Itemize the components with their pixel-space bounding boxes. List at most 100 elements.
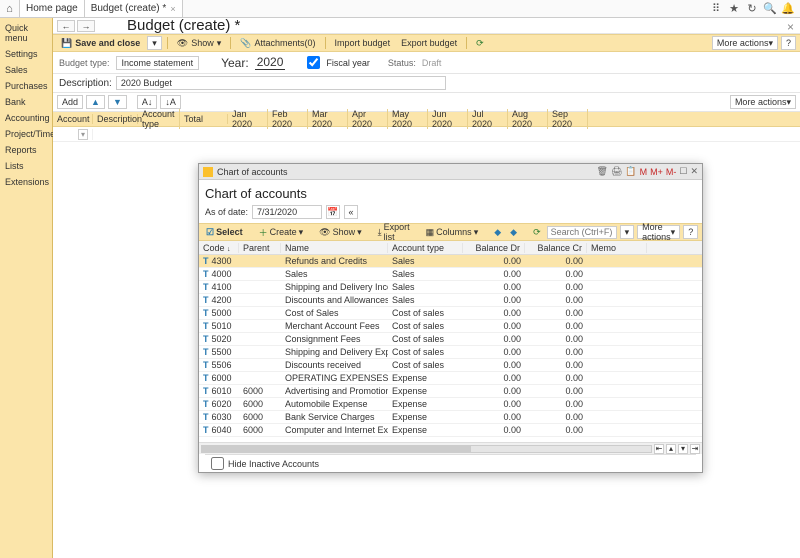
budget-type-value[interactable]: Income statement: [116, 56, 200, 70]
sidebar-item-quickmenu[interactable]: Quick menu: [0, 20, 52, 46]
sidebar-item-reports[interactable]: Reports: [0, 142, 52, 158]
col-jul[interactable]: Jul 2020: [468, 109, 508, 129]
account-row[interactable]: T5000Cost of SalesCost of sales0.000.00: [199, 307, 702, 320]
col-description[interactable]: Description: [93, 114, 138, 124]
save-and-close-button[interactable]: 💾Save and close: [57, 37, 144, 50]
col-jan[interactable]: Jan 2020: [228, 109, 268, 129]
sidebar-item-extensions[interactable]: Extensions: [0, 174, 52, 190]
hide-inactive-checkbox[interactable]: [211, 457, 224, 470]
scroll-first-icon[interactable]: ⇤: [654, 444, 664, 454]
sidebar-item-sales[interactable]: Sales: [0, 62, 52, 78]
account-row[interactable]: T60406000Computer and Internet ExpensesE…: [199, 424, 702, 437]
account-row[interactable]: T5020Consignment FeesCost of sales0.000.…: [199, 333, 702, 346]
account-row[interactable]: T60306000Bank Service ChargesExpense0.00…: [199, 411, 702, 424]
col-feb[interactable]: Feb 2020: [268, 109, 308, 129]
apps-icon[interactable]: ⠿: [710, 3, 722, 15]
import-budget-button[interactable]: Import budget: [331, 37, 395, 49]
hcol-atype[interactable]: Account type: [388, 243, 463, 253]
dialog-hscrollbar[interactable]: ⇤ ▴ ▾ ⇥: [199, 442, 702, 454]
move-down-icon[interactable]: ▼: [108, 95, 127, 109]
nav-first-icon[interactable]: ◆: [491, 226, 504, 239]
col-total[interactable]: Total: [180, 114, 228, 124]
year-value[interactable]: 2020: [255, 55, 286, 70]
export-list-button[interactable]: ⤓Export list: [375, 221, 413, 243]
more-actions-2-button[interactable]: More actions ▾: [730, 95, 796, 109]
sort-asc-icon[interactable]: A↓: [137, 95, 158, 109]
account-row[interactable]: T4000SalesSales0.000.00: [199, 268, 702, 281]
account-row[interactable]: T6000OPERATING EXPENSESExpense0.000.00: [199, 372, 702, 385]
hcol-name[interactable]: Name: [281, 243, 388, 253]
search-dropdown[interactable]: ▾: [620, 225, 635, 239]
dialog-titlebar[interactable]: Chart of accounts 🗑 🖨 📋 M M+ M- ☐ ✕: [199, 164, 702, 180]
account-dropdown-icon[interactable]: ▾: [78, 129, 88, 140]
grid-row-empty[interactable]: ▾: [53, 127, 800, 142]
mem-clear-icon[interactable]: 🗑: [597, 166, 608, 177]
calendar-icon[interactable]: 📅: [326, 205, 340, 219]
columns-button[interactable]: ▦Columns▾: [423, 226, 482, 239]
show-button[interactable]: 👁Show▾: [173, 37, 225, 50]
sidebar-item-projecttime[interactable]: Project/Time: [0, 126, 52, 142]
sidebar-item-purchases[interactable]: Purchases: [0, 78, 52, 94]
date-prev-icon[interactable]: «: [344, 205, 358, 219]
search-icon[interactable]: 🔍: [764, 3, 776, 15]
move-up-icon[interactable]: ▲: [86, 95, 105, 109]
dialog-show-button[interactable]: 👁Show▾: [316, 226, 364, 239]
refresh-icon[interactable]: ⟳: [472, 37, 488, 50]
col-may[interactable]: May 2020: [388, 109, 428, 129]
home-icon[interactable]: ⌂: [0, 0, 20, 17]
sort-desc-icon[interactable]: ↓A: [160, 95, 181, 109]
dialog-more-actions-button[interactable]: More actions ▾: [637, 225, 680, 239]
create-button[interactable]: ＋Create▾: [256, 225, 307, 240]
sidebar-item-accounting[interactable]: Accounting: [0, 110, 52, 126]
dialog-help-button[interactable]: ?: [683, 225, 698, 239]
col-apr[interactable]: Apr 2020: [348, 109, 388, 129]
mem-print-icon[interactable]: 🖨: [611, 166, 622, 177]
window-close-icon[interactable]: ✕: [690, 166, 698, 177]
account-row[interactable]: T4200Discounts and AllowancesSales0.000.…: [199, 294, 702, 307]
col-aug[interactable]: Aug 2020: [508, 109, 548, 129]
sidebar-item-bank[interactable]: Bank: [0, 94, 52, 110]
dialog-refresh-icon[interactable]: ⟳: [530, 226, 544, 239]
back-button[interactable]: ←: [57, 20, 75, 32]
col-mar[interactable]: Mar 2020: [308, 109, 348, 129]
col-jun[interactable]: Jun 2020: [428, 109, 468, 129]
dialog-search-input[interactable]: [547, 226, 617, 239]
sidebar-item-settings[interactable]: Settings: [0, 46, 52, 62]
more-actions-button[interactable]: More actions ▾: [712, 36, 778, 50]
mem-m[interactable]: M: [640, 167, 648, 177]
nav-last-icon[interactable]: ◆: [507, 226, 520, 239]
tab-budget[interactable]: Budget (create) *×: [85, 0, 183, 17]
export-budget-button[interactable]: Export budget: [397, 37, 461, 49]
close-page-icon[interactable]: ×: [787, 20, 794, 34]
col-account-type[interactable]: Account type: [138, 109, 180, 129]
mem-mminus[interactable]: M-: [666, 167, 677, 177]
save-dropdown[interactable]: ▾: [147, 36, 162, 50]
account-row[interactable]: T5506Discounts receivedCost of sales0.00…: [199, 359, 702, 372]
close-icon[interactable]: ×: [170, 4, 175, 14]
forward-button[interactable]: →: [77, 20, 95, 32]
col-account[interactable]: Account: [53, 114, 93, 124]
history-icon[interactable]: ↻: [746, 3, 758, 15]
scroll-up-icon[interactable]: ▴: [666, 444, 676, 454]
mem-mplus[interactable]: M+: [650, 167, 663, 177]
account-row[interactable]: T4300Refunds and CreditsSales0.000.00: [199, 255, 702, 268]
col-sep[interactable]: Sep 2020: [548, 109, 588, 129]
window-maximize-icon[interactable]: ☐: [679, 166, 687, 177]
account-row[interactable]: T5010Merchant Account FeesCost of sales0…: [199, 320, 702, 333]
scroll-last-icon[interactable]: ⇥: [690, 444, 700, 454]
hcol-code[interactable]: Code ↓: [199, 243, 239, 253]
fiscal-year-checkbox[interactable]: [307, 56, 320, 69]
hcol-parent[interactable]: Parent: [239, 243, 281, 253]
hcol-memo[interactable]: Memo: [587, 243, 647, 253]
attachments-button[interactable]: 📎Attachments(0): [236, 37, 319, 50]
add-button[interactable]: Add: [57, 95, 83, 109]
select-button[interactable]: ☑Select: [203, 226, 246, 239]
sidebar-item-lists[interactable]: Lists: [0, 158, 52, 174]
help-button[interactable]: ?: [781, 36, 796, 50]
asof-date-input[interactable]: 7/31/2020: [252, 205, 322, 219]
account-row[interactable]: T4100Shipping and Delivery IncomeSales0.…: [199, 281, 702, 294]
tab-home[interactable]: Home page: [20, 0, 85, 17]
account-row[interactable]: T60206000Automobile ExpenseExpense0.000.…: [199, 398, 702, 411]
account-row[interactable]: T5500Shipping and Delivery ExpenseCost o…: [199, 346, 702, 359]
star-icon[interactable]: ★: [728, 3, 740, 15]
